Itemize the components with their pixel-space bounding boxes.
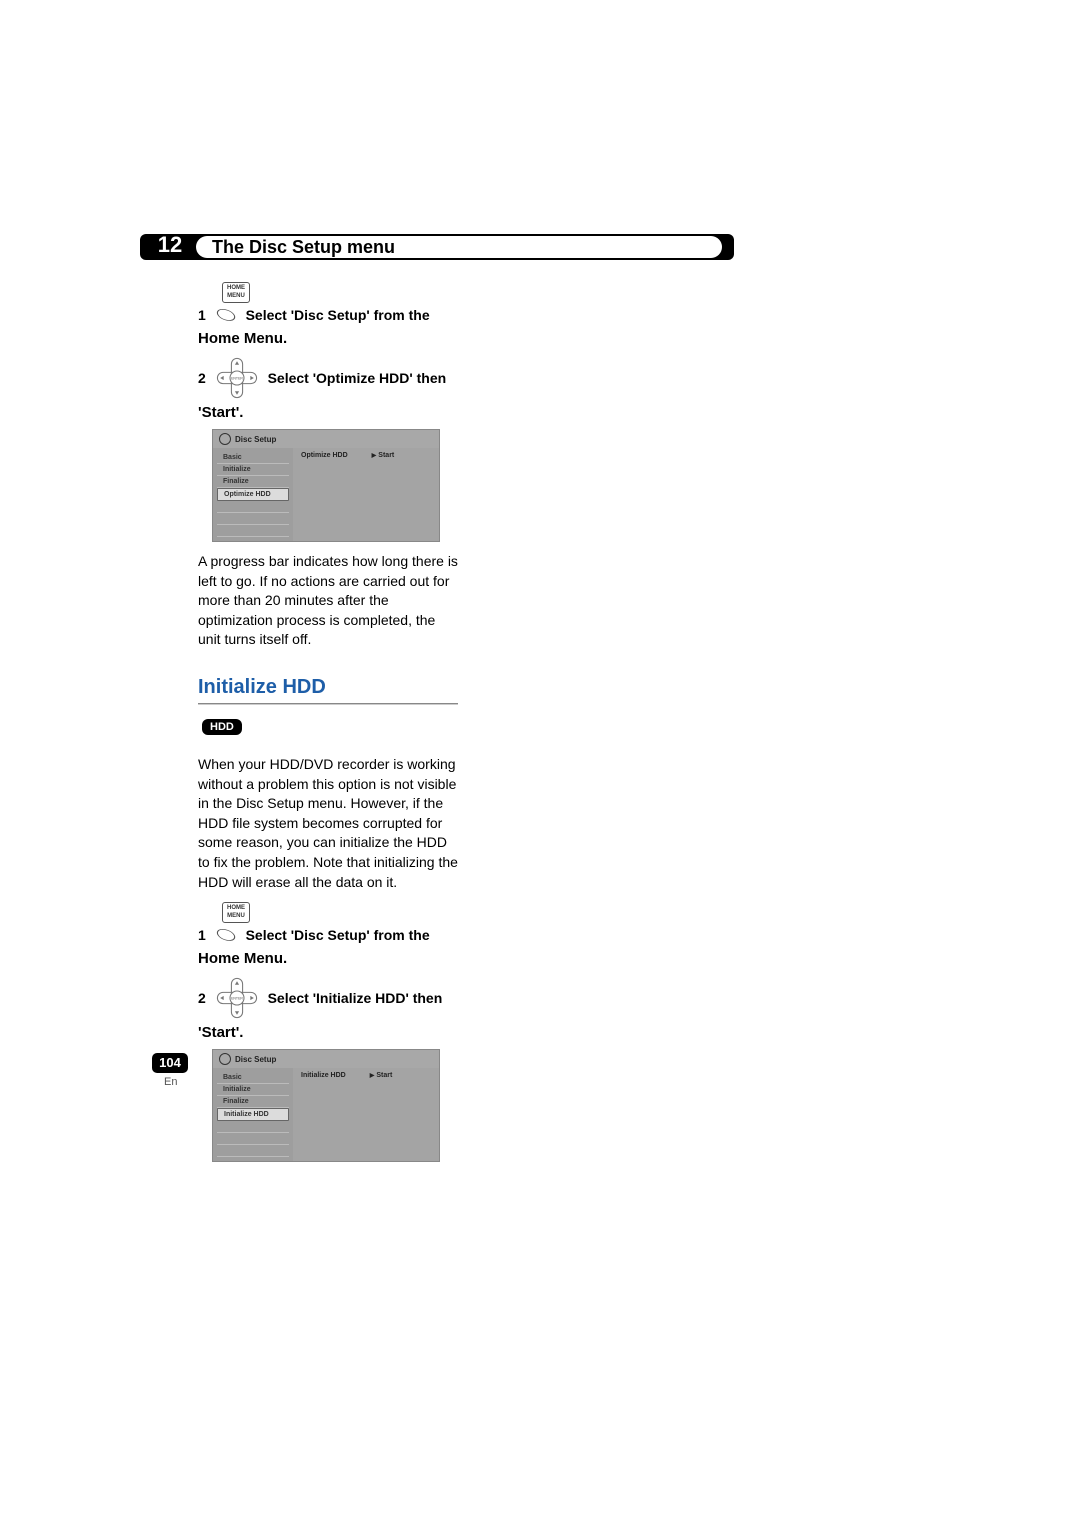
- ui-sidebar-item: Basic: [217, 452, 289, 464]
- body-paragraph: When your HDD/DVD recorder is working wi…: [198, 755, 458, 892]
- home-menu-line1: HOME: [227, 285, 245, 291]
- ui-sidebar-item: Initialize: [217, 1084, 289, 1096]
- dpad-icon: ENTER: [216, 357, 258, 402]
- disc-setup-screenshot-initialize: Disc Setup Basic Initialize Finalize Ini…: [212, 1049, 440, 1162]
- ui-sidebar-item-empty: [217, 501, 289, 513]
- ui-header: Disc Setup: [213, 1050, 439, 1068]
- disc-icon: [219, 1053, 231, 1065]
- enter-label: ENTER: [231, 376, 243, 380]
- home-menu-icon: HOME MENU: [222, 902, 250, 923]
- enter-label: ENTER: [231, 997, 243, 1001]
- step-block: 2 ENTER Select 'Initialize HDD' then 'St…: [198, 977, 458, 1041]
- step-text: Select 'Disc Setup' from the: [246, 307, 430, 323]
- disc-icon: [219, 433, 231, 445]
- ui-pane-start: Start: [370, 1072, 393, 1079]
- chapter-title: The Disc Setup menu: [196, 236, 722, 258]
- home-menu-line2: MENU: [227, 913, 245, 919]
- language-code: En: [164, 1076, 177, 1088]
- ui-body: Basic Initialize Finalize Optimize HDD O…: [213, 448, 439, 541]
- step-number: 2: [198, 370, 206, 386]
- step-block: HOME MENU 1 Select 'Disc Setup' from the…: [198, 282, 458, 347]
- ui-sidebar-item: Initialize: [217, 464, 289, 476]
- hdd-badge: HDD: [202, 719, 242, 735]
- step-continuation: 'Start'.: [198, 1024, 458, 1041]
- ui-sidebar-item-empty: [217, 1145, 289, 1157]
- home-menu-line1: HOME: [227, 905, 245, 911]
- step-continuation: 'Start'.: [198, 404, 458, 421]
- ui-body: Basic Initialize Finalize Initialize HDD…: [213, 1068, 439, 1161]
- chapter-title-wrap: The Disc Setup menu: [196, 236, 722, 258]
- step-line: 1 Select 'Disc Setup' from the: [198, 305, 458, 328]
- ui-sidebar-item-selected: Initialize HDD: [217, 1108, 289, 1121]
- page-number-badge: 104: [152, 1053, 188, 1073]
- ui-sidebar: Basic Initialize Finalize Optimize HDD: [213, 448, 293, 541]
- step-continuation: Home Menu.: [198, 330, 458, 347]
- step-line: 1 Select 'Disc Setup' from the: [198, 925, 458, 948]
- chapter-number: 12: [150, 232, 190, 258]
- step-text: Select 'Disc Setup' from the: [246, 927, 430, 943]
- ui-sidebar-item-empty: [217, 513, 289, 525]
- select-icon: [216, 305, 236, 328]
- body-paragraph: A progress bar indicates how long there …: [198, 552, 458, 650]
- step-text: Select 'Optimize HDD' then: [268, 370, 447, 386]
- ui-header-title: Disc Setup: [235, 1055, 276, 1064]
- ui-pane-label: Initialize HDD: [301, 1072, 346, 1079]
- ui-sidebar-item-selected: Optimize HDD: [217, 488, 289, 501]
- ui-pane-start: Start: [372, 452, 395, 459]
- step-continuation: Home Menu.: [198, 950, 458, 967]
- step-line: 2 ENTER Select 'Initialize HDD' then: [198, 977, 458, 1022]
- ui-pane: Initialize HDD Start: [293, 1068, 439, 1161]
- section-rule: [198, 703, 458, 705]
- ui-sidebar-item-empty: [217, 525, 289, 537]
- ui-sidebar-item: Basic: [217, 1072, 289, 1084]
- step-number: 1: [198, 307, 206, 323]
- step-block: 2 ENTER Select 'Optimize HDD' then 'Star…: [198, 357, 458, 421]
- step-line: 2 ENTER Select 'Optimize HDD' then: [198, 357, 458, 402]
- step-number: 1: [198, 927, 206, 943]
- select-icon: [216, 925, 236, 948]
- home-menu-line2: MENU: [227, 293, 245, 299]
- step-number: 2: [198, 990, 206, 1006]
- step-text: Select 'Initialize HDD' then: [268, 990, 443, 1006]
- ui-sidebar-item-empty: [217, 1133, 289, 1145]
- disc-setup-screenshot-optimize: Disc Setup Basic Initialize Finalize Opt…: [212, 429, 440, 542]
- ui-pane: Optimize HDD Start: [293, 448, 439, 541]
- dpad-icon: ENTER: [216, 977, 258, 1022]
- section-heading: Initialize HDD: [198, 676, 458, 699]
- ui-sidebar-item-empty: [217, 1121, 289, 1133]
- ui-header-title: Disc Setup: [235, 435, 276, 444]
- ui-header: Disc Setup: [213, 430, 439, 448]
- ui-sidebar-item: Finalize: [217, 476, 289, 488]
- home-menu-icon: HOME MENU: [222, 282, 250, 303]
- ui-sidebar: Basic Initialize Finalize Initialize HDD: [213, 1068, 293, 1161]
- ui-pane-label: Optimize HDD: [301, 452, 348, 459]
- step-block: HOME MENU 1 Select 'Disc Setup' from the…: [198, 902, 458, 967]
- ui-sidebar-item: Finalize: [217, 1096, 289, 1108]
